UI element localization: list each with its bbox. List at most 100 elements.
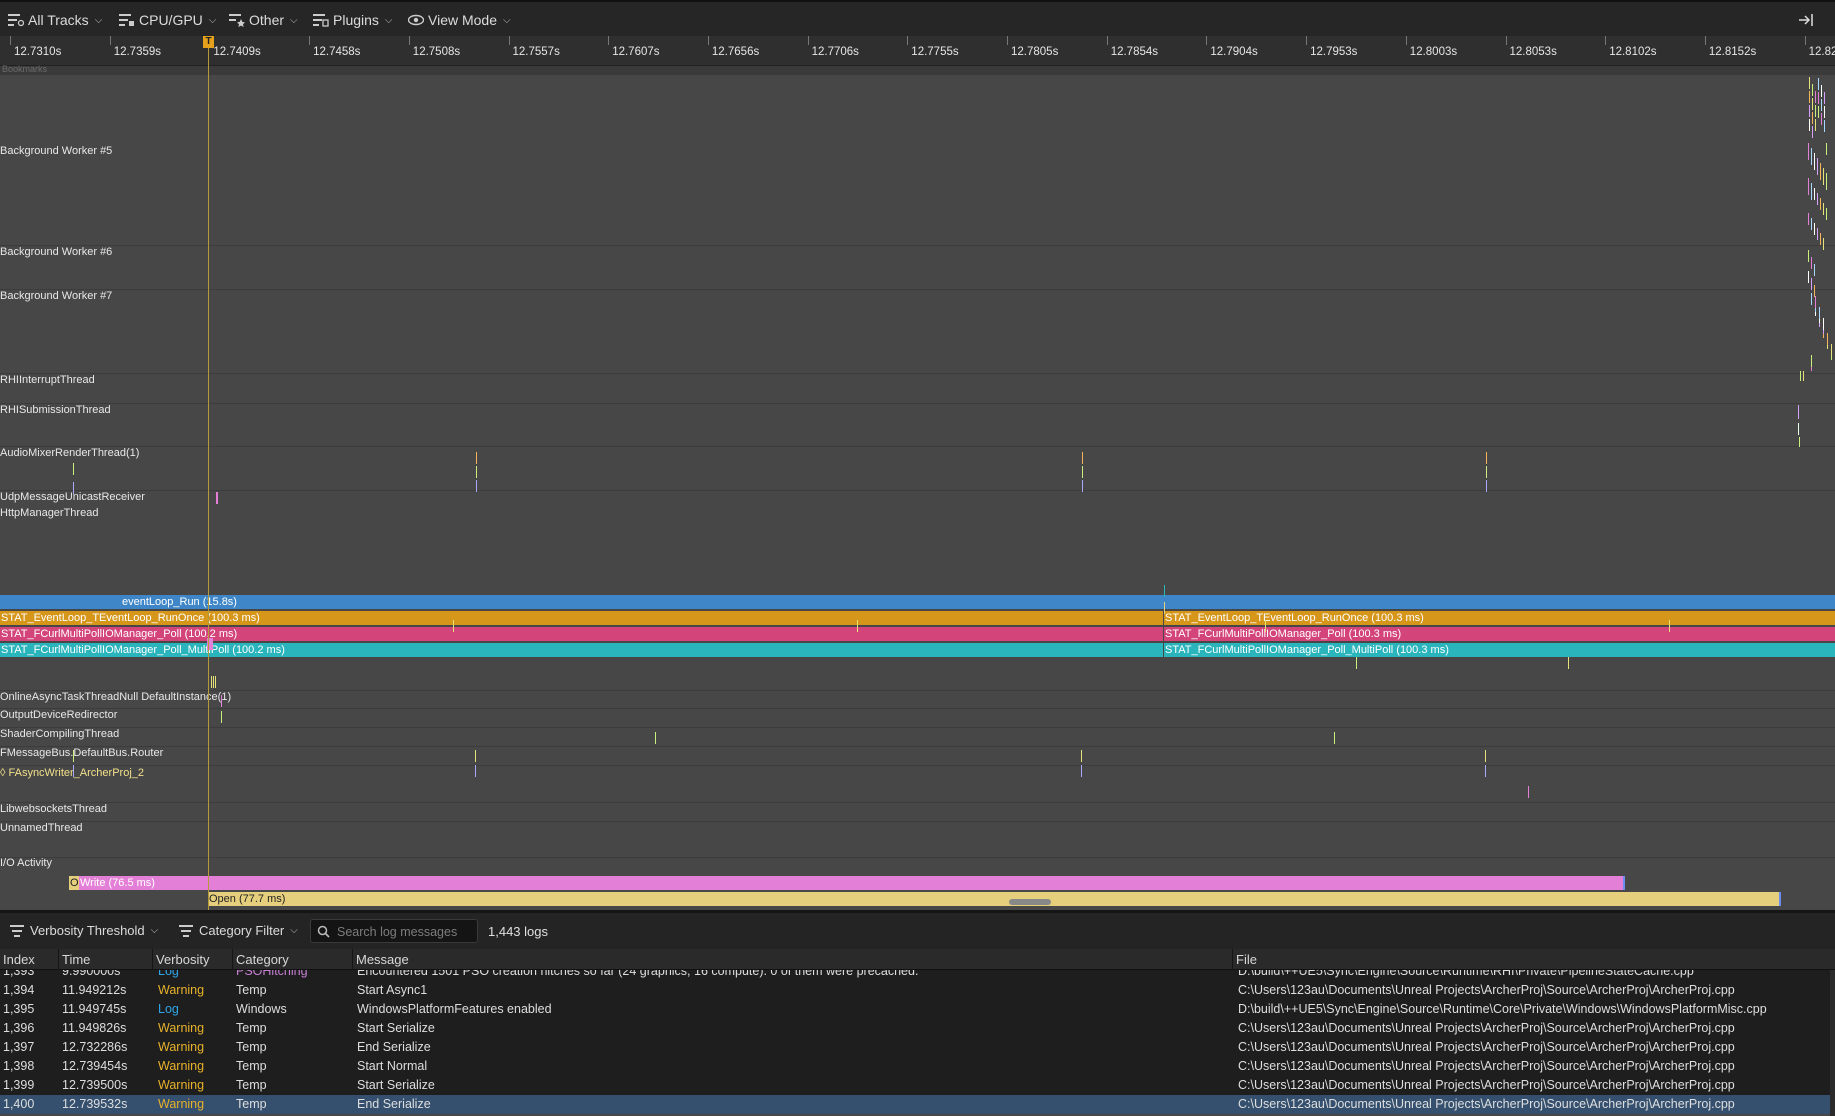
log-search-input[interactable] [335,923,477,941]
timing-event-mark[interactable] [1081,765,1082,777]
track-label-unnamed-thread[interactable]: UnnamedThread [0,822,83,834]
log-row[interactable]: 1,397 12.732286s Warning Temp End Serialize C… [0,1038,1835,1057]
track-label-io-activity[interactable]: I/O Activity [0,857,52,869]
track-label-background-worker-6[interactable]: Background Worker #6 [0,246,112,258]
plugins-menu[interactable]: Plugins ⌵ [313,11,393,29]
timing-event-mark[interactable] [1568,657,1569,669]
timing-event-mark[interactable] [1815,296,1816,308]
timing-event-mark[interactable] [1821,99,1822,111]
timing-event-mark[interactable] [1812,98,1813,110]
column-divider[interactable] [352,949,353,970]
track-label-background-worker-7[interactable]: Background Worker #7 [0,290,112,302]
timing-event-mark[interactable] [1669,620,1670,632]
timing-event-mark[interactable] [1818,78,1819,90]
time-ruler[interactable]: 12.7310s 12.7359s 12.7409s 12.7458s 12.7508s… [0,36,1835,66]
timing-event-mark[interactable] [1818,92,1819,104]
track-label-http-manager[interactable]: HttpManagerThread [0,507,101,519]
timing-event-mark[interactable] [1809,119,1810,131]
timing-event-mark[interactable] [1808,148,1809,160]
timing-event-mark[interactable] [475,765,476,777]
timing-event-mark[interactable] [1082,466,1083,478]
timing-event-mark[interactable] [1815,91,1816,103]
timing-event-mark[interactable] [1800,371,1801,381]
timing-event-mark[interactable] [1824,92,1825,104]
track-label-online-async[interactable]: OnlineAsyncTaskThreadNull DefaultInstanc… [0,691,231,703]
timing-event-mark[interactable] [1799,437,1800,447]
column-divider[interactable] [152,949,153,970]
column-header-category[interactable]: Category [236,952,289,967]
timing-event-mark[interactable] [215,676,216,688]
timing-event-mark[interactable] [1815,119,1816,131]
track-label-libwebsockets[interactable]: LibwebsocketsThread [0,803,107,815]
track-label-rhi-interrupt[interactable]: RHIInterruptThread [0,374,95,386]
view-mode-menu[interactable]: View Mode ⌵ [408,11,511,29]
log-row[interactable]: 1,395 11.949745s Log Windows WindowsPlatform… [0,1000,1835,1019]
timing-event-mark[interactable] [1811,218,1812,230]
timing-event-mark[interactable] [1809,77,1810,89]
timing-event-mark[interactable] [1823,173,1824,185]
column-divider[interactable] [1232,949,1233,970]
timing-event-mark[interactable] [1808,183,1809,195]
timing-event-mark[interactable] [73,482,74,494]
timing-event-mark[interactable] [1811,188,1812,200]
track-label-shader-compiling[interactable]: ShaderCompilingThread [0,728,119,740]
log-row[interactable]: 1,399 12.739500s Warning Temp Start Serializ… [0,1076,1835,1095]
timing-event-mark[interactable] [1811,278,1812,290]
http-runonce-bar-1[interactable]: STAT_EventLoop_TEventLoop_RunOnce (100.3… [0,611,1163,625]
column-header-file[interactable]: File [1236,952,1257,967]
log-row[interactable]: 1,400 12.739532s Warning Temp End Serialize C… [0,1095,1835,1114]
timing-event-mark[interactable] [1803,371,1804,381]
timing-event-mark[interactable] [1082,480,1083,492]
timing-event-mark[interactable] [1821,85,1822,97]
timing-event-mark[interactable] [1814,264,1815,276]
timing-event-mark[interactable] [1814,223,1815,235]
timing-event-mark[interactable] [1820,233,1821,245]
track-label-background-worker-5[interactable]: Background Worker #5 [0,145,112,157]
column-header-message[interactable]: Message [356,952,409,967]
time-cursor-marker[interactable]: T [203,36,214,48]
track-label-output-device[interactable]: OutputDeviceRedirector [0,709,117,721]
timing-event-mark[interactable] [1812,84,1813,96]
timing-event-mark[interactable] [1820,168,1821,180]
time-cursor-line[interactable] [208,36,209,910]
timing-event-mark[interactable] [213,676,214,688]
all-tracks-menu[interactable]: All Tracks ⌵ [8,11,102,29]
track-label-audio-mixer[interactable]: AudioMixerRenderThread(1) [0,447,139,459]
category-filter-button[interactable]: Category Filter ⌵ [179,923,298,938]
timing-event-mark[interactable] [1808,250,1809,262]
log-row[interactable]: 1,394 11.949212s Warning Temp Start Async1 C:… [0,981,1835,1000]
column-divider[interactable] [232,949,233,970]
timing-event-mark[interactable] [1815,105,1816,117]
io-write-bar[interactable]: Write (76.5 ms) [79,876,1624,890]
timing-event-mark[interactable] [1081,750,1082,762]
timing-event-mark[interactable] [1826,143,1827,155]
column-header-index[interactable]: Index [3,952,35,967]
horizontal-scroll-thumb[interactable] [1009,899,1051,905]
http-multipoll-bar-1[interactable]: STAT_FCurlMultiPollIOManager_Poll_MultiP… [0,643,1163,657]
timing-event-mark[interactable] [1817,228,1818,240]
timing-event-mark[interactable] [453,620,454,632]
http-poll-bar-1[interactable]: STAT_FCurlMultiPollIOManager_Poll (100.2… [0,627,1163,641]
timing-event-mark[interactable] [1811,257,1812,269]
timing-event-mark[interactable] [211,676,212,688]
timing-event-mark[interactable] [476,466,477,478]
timing-event-mark[interactable] [1812,126,1813,138]
collapse-panel-button[interactable] [1798,11,1818,29]
timing-event-mark[interactable] [1334,732,1335,744]
timing-event-mark[interactable] [1819,307,1820,319]
timing-event-mark[interactable] [1486,466,1487,478]
timing-event-mark[interactable] [217,492,218,504]
timing-event-mark[interactable] [1485,750,1486,762]
log-row[interactable]: 1,398 12.739454s Warning Temp Start Normal C:… [0,1057,1835,1076]
timing-event-mark[interactable] [1818,106,1819,118]
timing-event-mark[interactable] [1808,213,1809,225]
timing-event-mark[interactable] [476,480,477,492]
http-multipoll-bar-2[interactable]: STAT_FCurlMultiPollIOManager_Poll_MultiP… [1164,643,1835,657]
timing-event-mark[interactable] [1811,293,1812,305]
timing-event-mark[interactable] [1817,163,1818,175]
timing-event-mark[interactable] [1826,208,1827,220]
column-divider[interactable] [58,949,59,970]
timing-event-mark[interactable] [1812,112,1813,124]
track-label-fasyncwriter[interactable]: ◊ FAsyncWriter_ArcherProj_2 [0,767,144,779]
log-search-box[interactable] [310,919,478,943]
